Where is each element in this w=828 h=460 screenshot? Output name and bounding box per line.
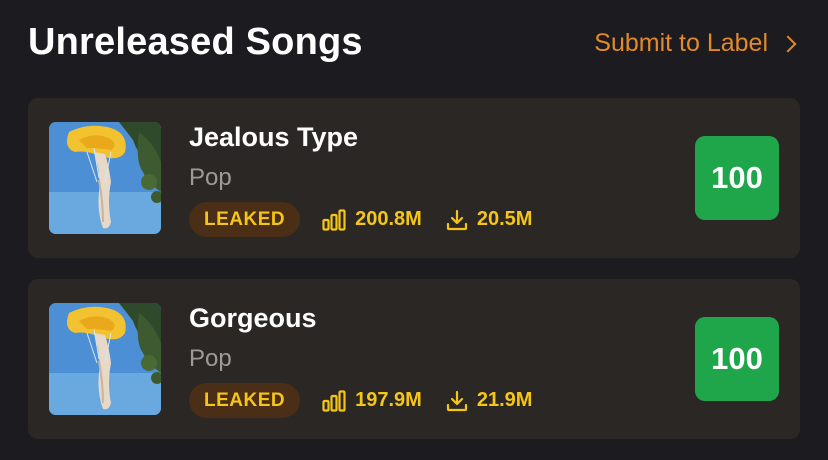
score-badge: 100 <box>695 136 779 220</box>
download-icon <box>446 209 467 230</box>
album-cover-image <box>49 303 161 415</box>
streams-stat: 200.8M <box>322 208 422 231</box>
submit-to-label-link[interactable]: Submit to Label <box>594 28 797 58</box>
downloads-count: 21.9M <box>476 389 533 411</box>
song-genre: Pop <box>189 164 232 191</box>
song-title: Jealous Type <box>189 122 359 152</box>
album-cover-image <box>49 122 161 234</box>
song-meta: LEAKED 197.9M 21.9M <box>189 383 556 418</box>
downloads-stat: 21.9M <box>446 389 533 412</box>
download-icon <box>446 390 467 411</box>
downloads-stat: 20.5M <box>446 208 533 231</box>
chevron-right-icon <box>779 35 797 52</box>
leaked-badge: LEAKED <box>189 202 301 237</box>
score-badge: 100 <box>695 317 779 401</box>
streams-stat: 197.9M <box>322 389 422 412</box>
leaked-badge: LEAKED <box>189 383 301 418</box>
song-title: Gorgeous <box>189 303 317 333</box>
bar-chart-icon <box>322 389 346 412</box>
streams-count: 197.9M <box>355 389 422 411</box>
submit-to-label-label: Submit to Label <box>594 28 768 57</box>
header: Unreleased Songs Submit to Label <box>28 0 800 86</box>
song-list: Jealous Type Pop LEAKED 200.8M 20.5M 100… <box>28 98 800 460</box>
song-genre: Pop <box>189 345 232 372</box>
bar-chart-icon <box>322 208 346 231</box>
song-card[interactable]: Jealous Type Pop LEAKED 200.8M 20.5M 100 <box>28 98 800 258</box>
streams-count: 200.8M <box>355 208 422 230</box>
song-meta: LEAKED 200.8M 20.5M <box>189 202 556 237</box>
song-card[interactable]: Gorgeous Pop LEAKED 197.9M 21.9M 100 <box>28 279 800 439</box>
downloads-count: 20.5M <box>476 208 533 230</box>
page-title: Unreleased Songs <box>28 20 363 63</box>
